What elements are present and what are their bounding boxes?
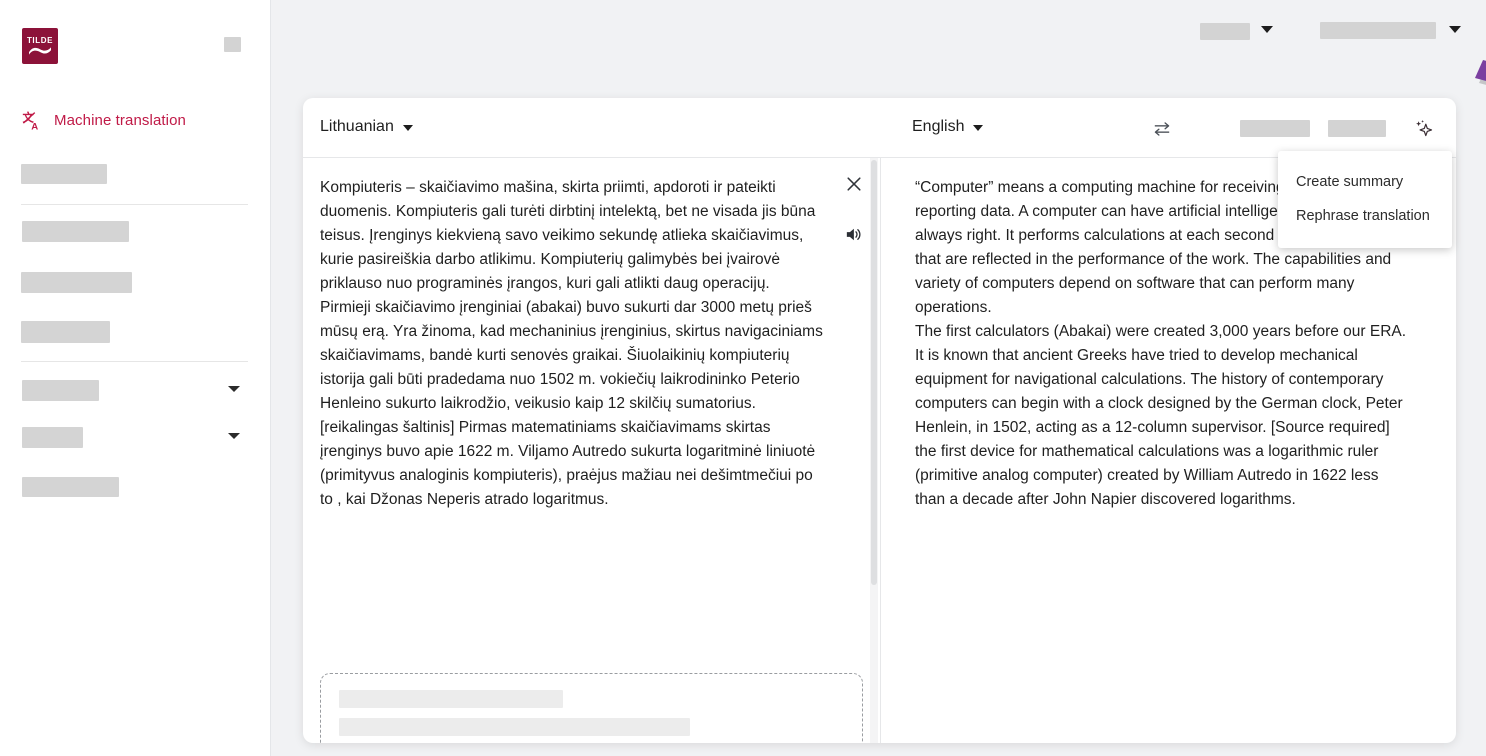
sidebar-item-label: Machine translation [54, 112, 186, 129]
close-icon [847, 177, 861, 191]
chevron-down-icon[interactable] [228, 386, 240, 392]
translation-card: Lithuanian English Kompiuteris – skaičia… [303, 98, 1456, 743]
swap-languages-button[interactable] [1148, 115, 1176, 143]
source-language-label: Lithuanian [320, 118, 394, 135]
target-language-label: English [912, 118, 965, 135]
card-header: Lithuanian English [303, 98, 1456, 158]
speaker-icon [846, 228, 860, 240]
sidebar-item-7[interactable] [22, 477, 119, 497]
sidebar: TILDE 文 A Machine translation [0, 0, 271, 756]
target-action-2[interactable] [1328, 120, 1386, 137]
topbar-dropdown-2[interactable] [1320, 22, 1436, 39]
sidebar-collapse-button[interactable] [224, 37, 241, 52]
sidebar-item-3[interactable] [21, 272, 132, 293]
tilde-wave-icon [29, 47, 51, 55]
dropzone-line-2 [339, 718, 690, 736]
purple-pointer-arrow [1471, 52, 1486, 147]
target-action-1[interactable] [1240, 120, 1310, 137]
sidebar-item-6[interactable] [22, 427, 83, 448]
translate-icon: 文 A [23, 110, 39, 131]
menu-item-rephrase-translation[interactable]: Rephrase translation [1278, 199, 1452, 233]
sidebar-item-2[interactable] [22, 221, 129, 242]
chevron-down-icon[interactable] [1261, 26, 1273, 33]
file-dropzone[interactable] [320, 673, 863, 743]
dropzone-line-1 [339, 690, 563, 708]
topbar-dropdown-1[interactable] [1200, 23, 1250, 40]
swap-languages-icon [1154, 122, 1170, 136]
main-area: Lithuanian English Kompiuteris – skaičia… [271, 0, 1486, 756]
sidebar-item-machine-translation[interactable]: 文 A Machine translation [22, 110, 186, 131]
logo-wordmark: TILDE [26, 36, 54, 45]
svg-text:A: A [31, 121, 38, 131]
source-panel: Kompiuteris – skaičiavimo mašina, skirta… [303, 158, 880, 743]
source-text[interactable]: Kompiuteris – skaičiavimo mašina, skirta… [320, 176, 823, 512]
sidebar-item-4[interactable] [21, 321, 110, 343]
source-scrollbar[interactable] [870, 158, 878, 743]
sidebar-divider-1 [21, 204, 248, 205]
ai-actions-menu: Create summary Rephrase translation [1278, 151, 1452, 248]
chevron-down-icon[interactable] [228, 433, 240, 439]
app-root: TILDE 文 A Machine translation [0, 0, 1486, 756]
source-scrollbar-thumb[interactable] [871, 160, 877, 585]
sidebar-divider-2 [21, 361, 248, 362]
tilde-logo[interactable]: TILDE [22, 28, 58, 64]
sidebar-item-1[interactable] [21, 164, 107, 184]
sparkle-ai-button[interactable] [1408, 114, 1438, 144]
target-language-select[interactable]: English [912, 118, 984, 136]
menu-item-create-summary[interactable]: Create summary [1278, 165, 1452, 199]
clear-source-button[interactable] [841, 171, 867, 197]
chevron-down-icon [973, 125, 984, 131]
arrow-annotation-icon [1475, 60, 1486, 85]
source-language-select[interactable]: Lithuanian [320, 118, 413, 136]
speak-source-button[interactable] [839, 220, 867, 248]
chevron-down-icon[interactable] [1449, 26, 1461, 33]
chevron-down-icon [402, 125, 413, 131]
sidebar-item-5[interactable] [22, 380, 99, 401]
sparkle-ai-icon [1416, 120, 1433, 137]
